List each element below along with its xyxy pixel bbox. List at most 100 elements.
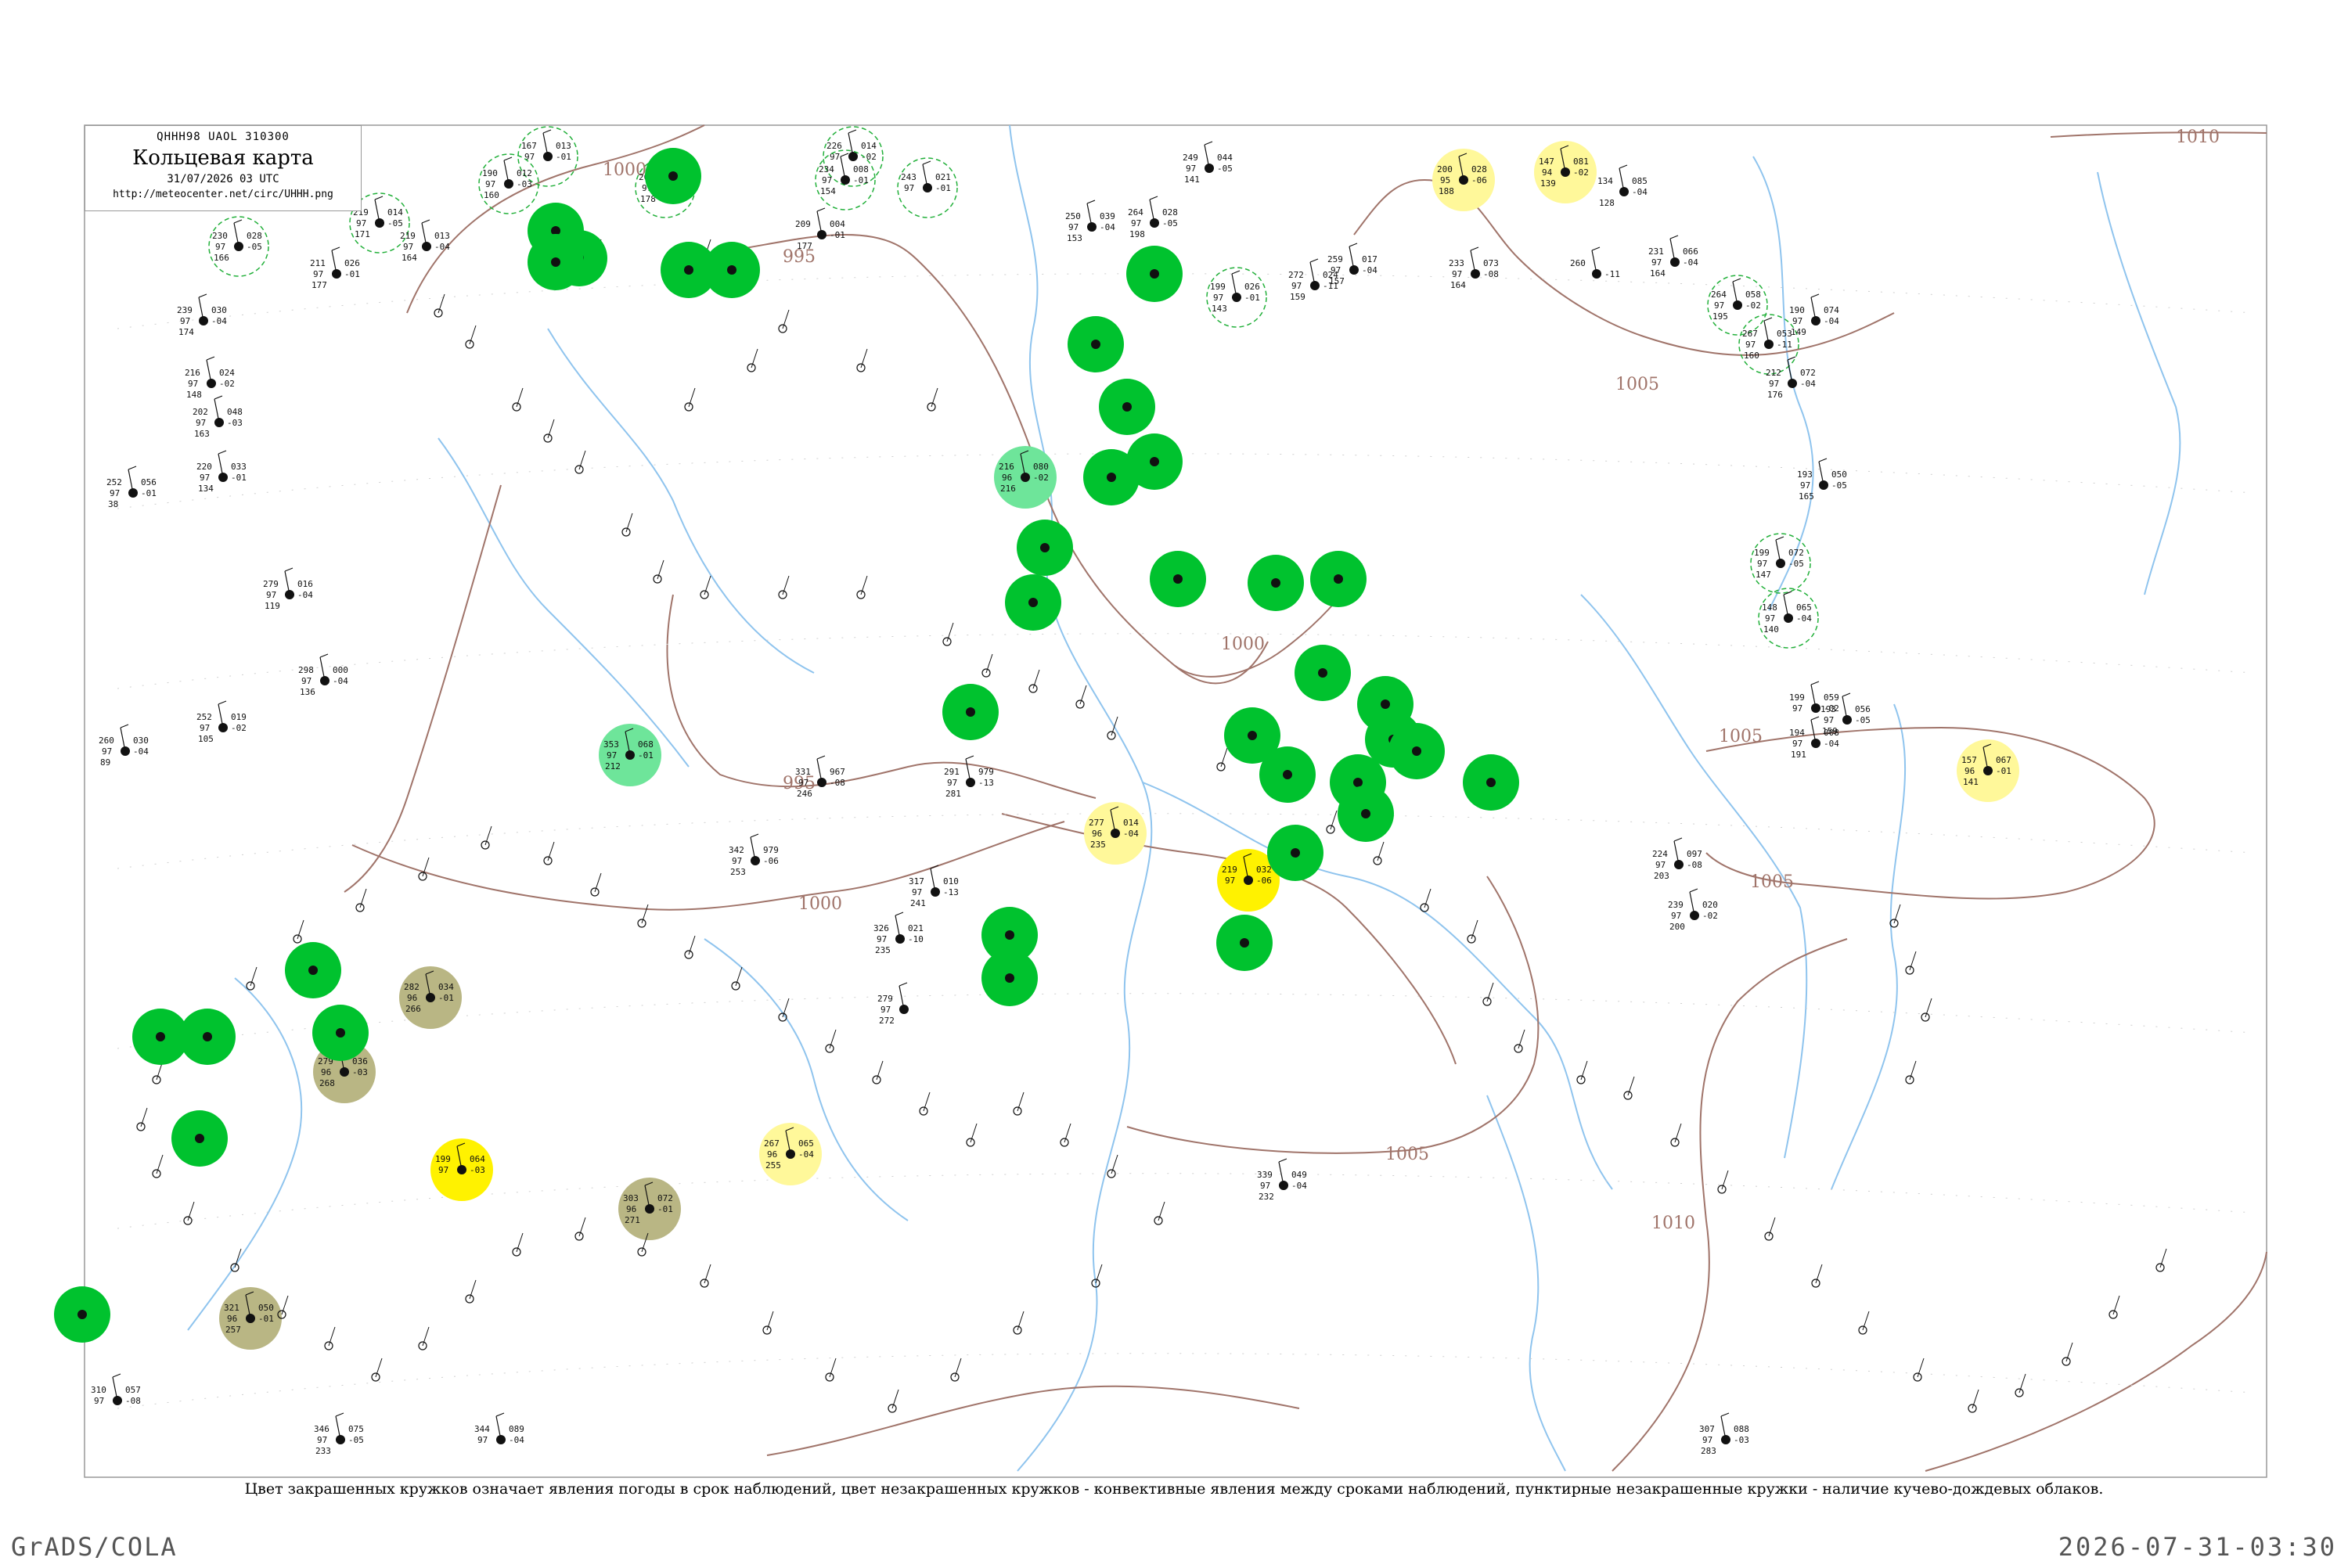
- weather-station-minor[interactable]: [2155, 1248, 2167, 1272]
- weather-station-minor[interactable]: [512, 387, 524, 412]
- weather-station[interactable]: 346 075 97 -05 233: [314, 1412, 364, 1456]
- weather-station-minor[interactable]: [653, 559, 664, 584]
- weather-station-minor[interactable]: [481, 825, 492, 850]
- weather-station[interactable]: 264 028 97 -05 198: [1128, 196, 1178, 239]
- weather-station-minor[interactable]: [355, 888, 367, 912]
- weather-station-minor[interactable]: [1028, 669, 1040, 693]
- weather-station-minor[interactable]: [1075, 685, 1087, 709]
- weather-station[interactable]: 303 072 96 -01 271: [618, 1178, 681, 1240]
- weather-station[interactable]: 326 021 97 -10 235: [873, 912, 924, 955]
- weather-station-minor[interactable]: [762, 1311, 774, 1335]
- weather-station[interactable]: 157 067 96 -01 141: [1957, 739, 2019, 802]
- weather-station-minor[interactable]: [856, 348, 868, 372]
- weather-station-minor[interactable]: [684, 935, 696, 959]
- weather-station-minor[interactable]: [183, 1201, 195, 1225]
- weather-station[interactable]: 298 000 97 -04 136: [298, 653, 348, 697]
- weather-station[interactable]: 353 068 97 -01 212: [599, 724, 661, 786]
- weather-station-minor[interactable]: [293, 919, 304, 944]
- weather-station[interactable]: 342 979 97 -06 253: [729, 833, 779, 877]
- weather-station-minor[interactable]: [465, 1279, 477, 1304]
- weather-station-minor[interactable]: [1764, 1217, 1776, 1241]
- weather-station-minor[interactable]: [2062, 1342, 2073, 1366]
- weather-station-minor[interactable]: [1670, 1123, 1682, 1147]
- weather-station[interactable]: 134 085-04 128: [1597, 164, 1648, 208]
- weather-station-minor[interactable]: [1514, 1029, 1525, 1053]
- weather-station[interactable]: 282 034 96 -01 266: [399, 966, 462, 1029]
- weather-station[interactable]: 147 081 94 -02 139: [1534, 141, 1597, 203]
- weather-station[interactable]: 250 039 97 -04 153: [1065, 200, 1115, 243]
- weather-station[interactable]: 27997272: [877, 982, 909, 1026]
- weather-station-minor[interactable]: [246, 966, 257, 991]
- weather-station[interactable]: 220 033 97 -01 134: [196, 450, 247, 494]
- weather-station[interactable]: 267 065 96 -04 255: [759, 1123, 822, 1185]
- weather-station[interactable]: 202 048 97 -03 163: [193, 395, 243, 439]
- weather-station[interactable]: 216 024 97 -02 148: [185, 356, 235, 400]
- weather-station-minor[interactable]: [942, 622, 954, 646]
- weather-station-minor[interactable]: [1811, 1264, 1823, 1288]
- weather-station-minor[interactable]: [1576, 1060, 1588, 1084]
- weather-station-minor[interactable]: [1905, 951, 1917, 975]
- weather-station[interactable]: 231 066 97 -04 164: [1648, 235, 1698, 279]
- weather-station-minor[interactable]: [684, 387, 696, 412]
- weather-station[interactable]: 252 019 97 -02 105: [196, 700, 247, 744]
- weather-station[interactable]: 233 073 97 -08 164: [1449, 246, 1499, 290]
- weather-station[interactable]: 243 021 97 -01: [897, 157, 958, 218]
- weather-station-minor[interactable]: [434, 293, 445, 318]
- weather-station-minor[interactable]: [1968, 1389, 1979, 1413]
- weather-station[interactable]: 260 -11: [1570, 246, 1620, 279]
- weather-station-minor[interactable]: [136, 1107, 148, 1131]
- weather-station-minor[interactable]: [1858, 1311, 1870, 1335]
- weather-station[interactable]: 211 026 97 -01 177: [310, 246, 360, 290]
- weather-station[interactable]: 267 05397 -11160: [1738, 314, 1799, 375]
- weather-station-minor[interactable]: [888, 1389, 899, 1413]
- weather-station[interactable]: 331 967 97 -08 246: [795, 755, 845, 799]
- weather-station-minor[interactable]: [981, 653, 993, 678]
- weather-station-minor[interactable]: [1107, 716, 1118, 740]
- weather-station-minor[interactable]: [1060, 1123, 1071, 1147]
- weather-station-minor[interactable]: [1482, 982, 1494, 1006]
- weather-station-minor[interactable]: [778, 309, 790, 333]
- weather-station[interactable]: 199 072 97 -05 147: [1750, 533, 1811, 594]
- weather-station-minor[interactable]: [574, 450, 586, 474]
- weather-station-minor[interactable]: [465, 325, 477, 349]
- weather-station[interactable]: 193 050 97 -05 165: [1797, 458, 1847, 502]
- weather-station-minor[interactable]: [621, 512, 633, 537]
- map-url-link[interactable]: http://meteocenter.net/circ/UHHH.png: [85, 189, 361, 200]
- weather-station[interactable]: 230 028 97 -05 166: [208, 216, 269, 277]
- weather-station[interactable]: 199 026 97 -01 143: [1206, 267, 1267, 328]
- weather-station[interactable]: 310 057 97 -08: [91, 1373, 141, 1406]
- weather-station[interactable]: 259 017 97 -04 157: [1327, 243, 1377, 286]
- weather-station[interactable]: 252 056 97 -01 38: [106, 466, 157, 509]
- weather-station-minor[interactable]: [700, 575, 711, 599]
- weather-station-minor[interactable]: [1420, 888, 1431, 912]
- weather-station[interactable]: 317 010 97 -13 241: [909, 865, 959, 908]
- weather-station[interactable]: 279 016 97 -04 119: [263, 567, 313, 611]
- weather-station-minor[interactable]: [731, 966, 743, 991]
- weather-station[interactable]: 321 050 96 -01 257: [219, 1287, 282, 1350]
- weather-station-minor[interactable]: [590, 872, 602, 897]
- weather-station-minor[interactable]: [2015, 1373, 2026, 1397]
- weather-station[interactable]: 344 089 97 -04: [474, 1412, 524, 1445]
- weather-station-minor[interactable]: [856, 575, 868, 599]
- weather-station[interactable]: 216 080 96 -02 216: [994, 446, 1057, 509]
- weather-station[interactable]: 190 012 97 -03 160: [478, 153, 539, 214]
- weather-station-minor[interactable]: [1013, 1311, 1025, 1335]
- weather-station-minor[interactable]: [1921, 998, 1932, 1022]
- weather-station-minor[interactable]: [2109, 1295, 2120, 1319]
- weather-station[interactable]: 212 072 97 -04 176: [1766, 356, 1816, 400]
- weather-station[interactable]: 239 020 97 -02 200: [1668, 888, 1718, 932]
- weather-station[interactable]: 249 044 97 -05 141: [1183, 141, 1233, 185]
- weather-station-minor[interactable]: [1373, 841, 1385, 865]
- weather-station-minor[interactable]: [1013, 1091, 1025, 1116]
- weather-station-minor[interactable]: [950, 1358, 962, 1382]
- weather-station-minor[interactable]: [747, 348, 758, 372]
- weather-station-minor[interactable]: [637, 904, 649, 928]
- weather-station[interactable]: 200 028 95 -06 188: [1432, 149, 1495, 211]
- weather-station[interactable]: 264 058 97 -02 195: [1707, 275, 1768, 336]
- weather-station-minor[interactable]: [152, 1154, 164, 1178]
- weather-station[interactable]: 277 014 96 -04 235: [1084, 802, 1147, 865]
- weather-station-minor[interactable]: [543, 841, 555, 865]
- weather-station-minor[interactable]: [543, 419, 555, 443]
- weather-station-minor[interactable]: [919, 1091, 931, 1116]
- weather-station-minor[interactable]: [574, 1217, 586, 1241]
